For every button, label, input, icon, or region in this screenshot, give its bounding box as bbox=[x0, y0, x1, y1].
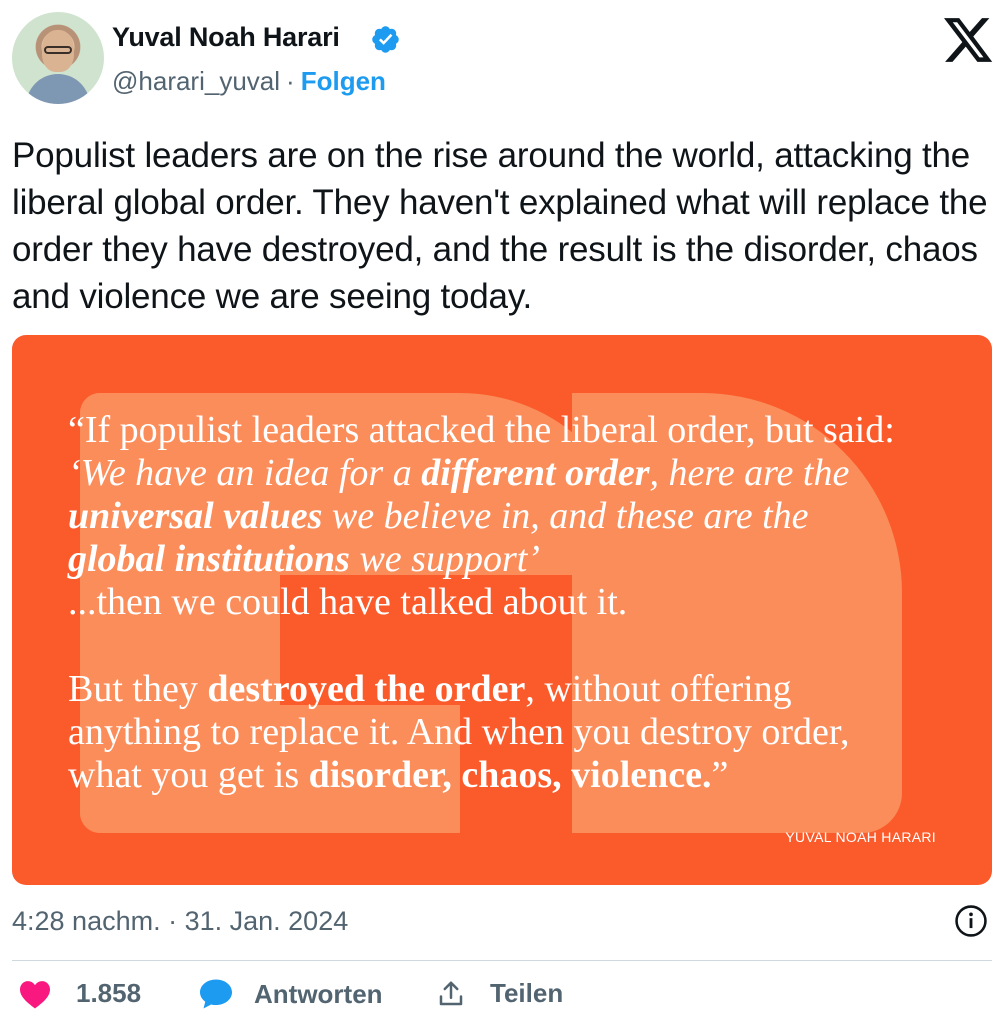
quote-text: “If populist leaders attacked the libera… bbox=[68, 409, 948, 797]
quote-line: anything to replace it. And when you des… bbox=[68, 711, 850, 753]
heart-icon bbox=[20, 980, 50, 1008]
quote-line: ...then we could have talked about it. bbox=[68, 581, 628, 623]
x-logo-icon[interactable] bbox=[944, 18, 994, 64]
info-icon[interactable] bbox=[954, 904, 988, 938]
quote-line: what you get is disorder, chaos, violenc… bbox=[68, 754, 729, 796]
follow-button[interactable]: Folgen bbox=[301, 66, 386, 96]
like-button[interactable]: 1.858 bbox=[18, 978, 141, 1009]
handle-row: @harari_yuval · Folgen bbox=[112, 66, 386, 97]
quote-line: ‘We have an idea for a different order, … bbox=[68, 452, 850, 494]
avatar[interactable] bbox=[12, 12, 104, 104]
reply-bubble-icon bbox=[200, 979, 232, 1009]
reply-label: Antworten bbox=[254, 978, 383, 1009]
quote-line: universal values we believe in, and thes… bbox=[68, 495, 809, 537]
tweet-timestamp[interactable]: 4:28 nachm. · 31. Jan. 2024 bbox=[12, 906, 348, 937]
tweet-text: Populist leaders are on the rise around … bbox=[12, 136, 988, 316]
quote-line: But they destroyed the order, without of… bbox=[68, 668, 792, 710]
author-name[interactable]: Yuval Noah Harari bbox=[112, 22, 340, 53]
share-icon bbox=[439, 981, 463, 1005]
separator: · bbox=[286, 66, 295, 96]
share-button[interactable]: Teilen bbox=[436, 978, 563, 1009]
quote-image[interactable]: “If populist leaders attacked the libera… bbox=[12, 335, 992, 885]
like-count: 1.858 bbox=[76, 978, 142, 1008]
divider bbox=[12, 960, 992, 961]
reply-button[interactable]: Antworten bbox=[198, 978, 383, 1010]
quote-attribution: YUVAL NOAH HARARI bbox=[785, 829, 936, 845]
quote-line: global institutions we support’ bbox=[68, 538, 540, 580]
quote-line: “If populist leaders attacked the libera… bbox=[68, 409, 895, 451]
author-handle[interactable]: @harari_yuval bbox=[112, 66, 280, 96]
share-label: Teilen bbox=[490, 978, 564, 1008]
verified-badge-icon bbox=[372, 26, 399, 53]
